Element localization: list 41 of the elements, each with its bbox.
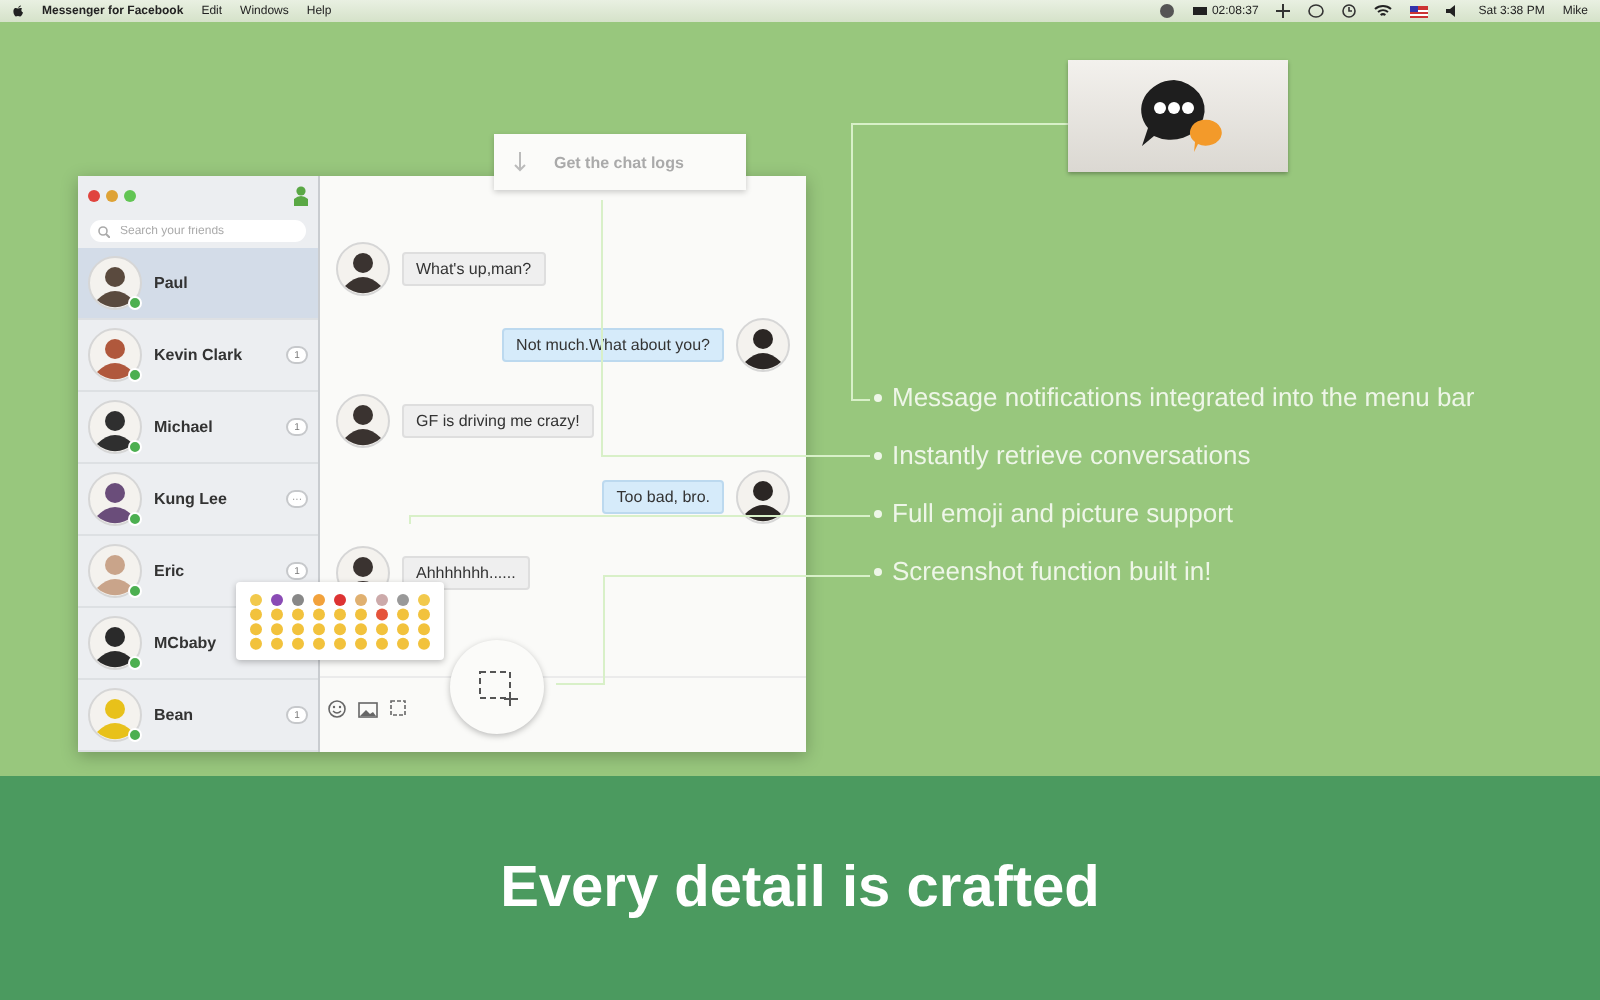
contact-name: Bean: [154, 706, 196, 724]
online-dot: [128, 512, 142, 526]
smiley-icon[interactable]: [328, 700, 346, 718]
feature-text: Instantly retrieve conversations: [892, 440, 1251, 472]
online-dot: [128, 440, 142, 454]
flag-icon[interactable]: [1410, 5, 1429, 17]
message-bubble: Too bad, bro.: [602, 479, 724, 513]
online-dot: [128, 296, 142, 310]
close-button[interactable]: [88, 190, 100, 202]
banner-title: Every detail is crafted: [500, 855, 1100, 921]
emoji-grid-drawing[interactable]: [246, 591, 434, 651]
feature-text: Full emoji and picture support: [892, 498, 1234, 530]
online-dot: [128, 656, 142, 670]
contact-name: MCbaby: [154, 634, 219, 652]
contact-name: Eric: [154, 562, 187, 580]
search-icon: [98, 225, 110, 237]
feature-text: Screenshot function built in!: [892, 556, 1212, 588]
image-icon[interactable]: [358, 701, 378, 717]
screenshot-icon: [477, 669, 517, 705]
contact-name: Paul: [154, 274, 190, 292]
screenshot-icon[interactable]: [390, 700, 408, 718]
apple-icon[interactable]: [12, 4, 24, 18]
speaker-icon[interactable]: [1446, 4, 1461, 18]
contact-item[interactable]: Paul: [78, 248, 318, 320]
wifi-icon[interactable]: [1374, 4, 1393, 18]
down-arrow-icon: [514, 152, 526, 172]
message-bubble: Not much.What about you?: [502, 327, 724, 361]
online-dot: [128, 728, 142, 742]
online-dot: [128, 584, 142, 598]
message-bubble: Ahhhhhhh......: [402, 555, 530, 589]
person-icon[interactable]: [294, 186, 308, 206]
contact-name: Kevin Clark: [154, 346, 245, 364]
contact-name: Michael: [154, 418, 215, 436]
online-dot: [128, 368, 142, 382]
message-bubble: GF is driving me crazy!: [402, 403, 594, 437]
move-icon[interactable]: [1276, 4, 1291, 18]
battery-icon: [1191, 6, 1208, 16]
clock-icon[interactable]: [1342, 4, 1357, 18]
feature-text: Message notifications integrated into the menu bar: [892, 382, 1475, 414]
message-bubble: What's up,man?: [402, 251, 546, 285]
contact-name: Kung Lee: [154, 490, 229, 508]
